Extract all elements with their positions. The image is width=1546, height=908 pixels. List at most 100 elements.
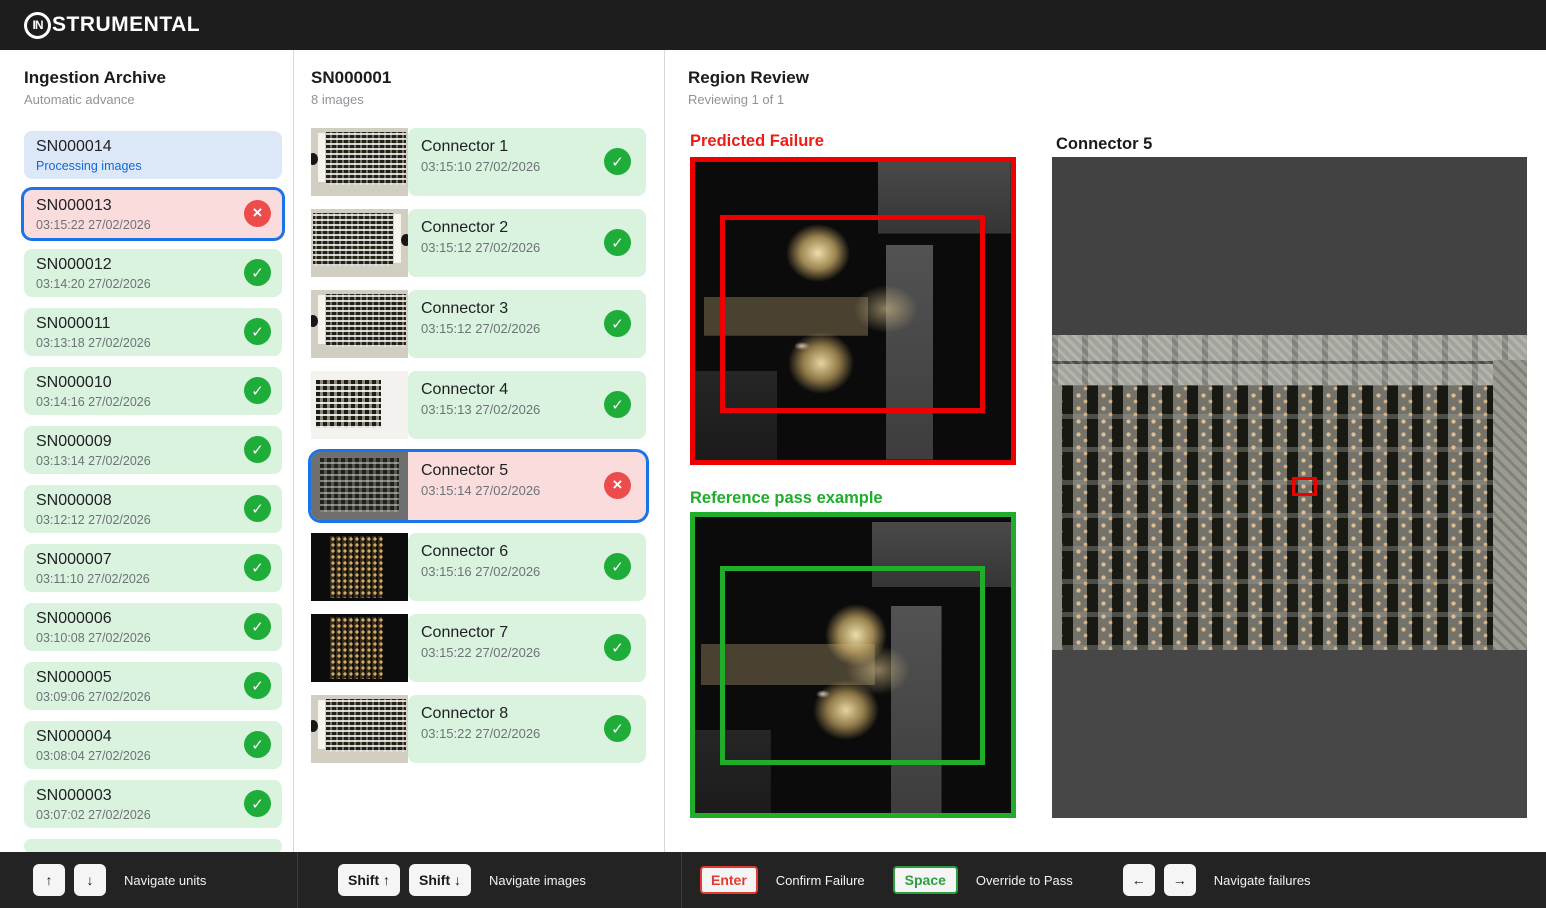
confirm-failure-label: Confirm Failure bbox=[776, 873, 865, 888]
region-review-panel: Region Review Reviewing 1 of 1 Predicted… bbox=[665, 50, 1546, 908]
shift-down-key: Shift ↓ bbox=[409, 864, 471, 896]
image-row-connector-3[interactable]: Connector 3 03:15:12 27/02/2026 bbox=[311, 290, 646, 358]
unit-item-partial[interactable] bbox=[24, 839, 282, 853]
pass-icon bbox=[244, 613, 271, 640]
enter-key: Enter bbox=[700, 866, 758, 894]
pass-icon bbox=[244, 790, 271, 817]
pass-icon bbox=[244, 436, 271, 463]
unit-timestamp: 03:13:14 27/02/2026 bbox=[36, 454, 270, 468]
shift-up-key: Shift ↑ bbox=[338, 864, 400, 896]
space-key: Space bbox=[893, 866, 958, 894]
image-row-connector-2[interactable]: Connector 2 03:15:12 27/02/2026 bbox=[311, 209, 646, 277]
unit-id: SN000008 bbox=[36, 492, 270, 510]
unit-list: SN000014 Processing images SN000013 03:1… bbox=[24, 131, 282, 864]
unit-timestamp: 03:11:10 27/02/2026 bbox=[36, 572, 270, 586]
fail-icon bbox=[604, 472, 631, 499]
pass-icon bbox=[244, 259, 271, 286]
unit-item-sn000007[interactable]: SN000007 03:11:10 27/02/2026 bbox=[24, 544, 282, 592]
predicted-failure-label: Predicted Failure bbox=[690, 132, 824, 151]
pass-icon bbox=[604, 715, 631, 742]
unit-item-sn000010[interactable]: SN000010 03:14:16 27/02/2026 bbox=[24, 367, 282, 415]
image-row-connector-6[interactable]: Connector 6 03:15:16 27/02/2026 bbox=[311, 533, 646, 601]
shortcut-section-review: Enter Confirm Failure Space Override to … bbox=[682, 852, 1546, 908]
unit-item-sn000009[interactable]: SN000009 03:13:14 27/02/2026 bbox=[24, 426, 282, 474]
image-row-connector-4[interactable]: Connector 4 03:15:13 27/02/2026 bbox=[311, 371, 646, 439]
unit-timestamp: 03:07:02 27/02/2026 bbox=[36, 808, 270, 822]
region-review-title: Region Review bbox=[688, 68, 1546, 88]
ingestion-archive-panel: Ingestion Archive Automatic advance SN00… bbox=[0, 50, 294, 908]
arrow-up-key: ↑ bbox=[33, 864, 65, 896]
detail-image-title: Connector 5 bbox=[1056, 135, 1152, 154]
unit-item-sn000011[interactable]: SN000011 03:13:18 27/02/2026 bbox=[24, 308, 282, 356]
fail-icon bbox=[244, 200, 271, 227]
pass-icon bbox=[604, 229, 631, 256]
shortcut-section-images: Shift ↑ Shift ↓ Navigate images bbox=[298, 852, 682, 908]
image-row-connector-8[interactable]: Connector 8 03:15:22 27/02/2026 bbox=[311, 695, 646, 763]
detail-failure-region-box bbox=[1292, 477, 1317, 496]
arrow-right-key: → bbox=[1164, 864, 1196, 896]
archive-subtitle: Automatic advance bbox=[24, 92, 293, 107]
navigate-failures-label: Navigate failures bbox=[1214, 873, 1311, 888]
unit-id: SN000009 bbox=[36, 433, 270, 451]
top-bar: IN STRUMENTAL bbox=[0, 0, 1546, 50]
unit-id: SN000004 bbox=[36, 728, 270, 746]
pass-icon bbox=[604, 148, 631, 175]
detail-image-pin-grid bbox=[1052, 385, 1527, 650]
pass-icon bbox=[244, 377, 271, 404]
pass-icon bbox=[604, 391, 631, 418]
review-progress: Reviewing 1 of 1 bbox=[688, 92, 1546, 107]
unit-title: SN000001 bbox=[311, 68, 664, 88]
unit-timestamp: 03:09:06 27/02/2026 bbox=[36, 690, 270, 704]
failure-annotation-box bbox=[720, 215, 985, 413]
unit-item-sn000004[interactable]: SN000004 03:08:04 27/02/2026 bbox=[24, 721, 282, 769]
unit-item-sn000013[interactable]: SN000013 03:15:22 27/02/2026 bbox=[24, 190, 282, 238]
logo-text: STRUMENTAL bbox=[52, 13, 200, 37]
unit-status-text: Processing images bbox=[36, 159, 270, 173]
pass-icon bbox=[244, 672, 271, 699]
unit-timestamp: 03:13:18 27/02/2026 bbox=[36, 336, 270, 350]
unit-id: SN000003 bbox=[36, 787, 270, 805]
connector-thumbnail bbox=[311, 452, 408, 520]
image-row-connector-5[interactable]: Connector 5 03:15:14 27/02/2026 bbox=[311, 452, 646, 520]
unit-timestamp: 03:15:22 27/02/2026 bbox=[36, 218, 270, 232]
image-row-connector-1[interactable]: Connector 1 03:15:10 27/02/2026 bbox=[311, 128, 646, 196]
connector-thumbnail bbox=[311, 371, 408, 439]
unit-item-sn000005[interactable]: SN000005 03:09:06 27/02/2026 bbox=[24, 662, 282, 710]
pass-icon bbox=[604, 553, 631, 580]
pass-icon bbox=[244, 554, 271, 581]
connector-thumbnail bbox=[311, 533, 408, 601]
instrumental-logo: IN STRUMENTAL bbox=[24, 12, 200, 39]
image-row-connector-7[interactable]: Connector 7 03:15:22 27/02/2026 bbox=[311, 614, 646, 682]
pass-icon bbox=[244, 318, 271, 345]
reference-pass-image bbox=[690, 512, 1016, 818]
unit-timestamp: 03:12:12 27/02/2026 bbox=[36, 513, 270, 527]
predicted-failure-image bbox=[690, 157, 1016, 465]
unit-images-panel: SN000001 8 images Connector 1 03:15:10 2… bbox=[294, 50, 665, 908]
unit-item-sn000006[interactable]: SN000006 03:10:08 27/02/2026 bbox=[24, 603, 282, 651]
unit-timestamp: 03:14:16 27/02/2026 bbox=[36, 395, 270, 409]
detail-image-background-bottom bbox=[1052, 650, 1527, 818]
unit-item-sn000008[interactable]: SN000008 03:12:12 27/02/2026 bbox=[24, 485, 282, 533]
unit-timestamp: 03:08:04 27/02/2026 bbox=[36, 749, 270, 763]
connector-thumbnail bbox=[311, 128, 408, 196]
arrow-down-key: ↓ bbox=[74, 864, 106, 896]
unit-id: SN000011 bbox=[36, 315, 270, 333]
unit-id: SN000014 bbox=[36, 138, 270, 156]
unit-id: SN000007 bbox=[36, 551, 270, 569]
unit-item-sn000003[interactable]: SN000003 03:07:02 27/02/2026 bbox=[24, 780, 282, 828]
override-to-pass-label: Override to Pass bbox=[976, 873, 1073, 888]
connector-detail-image bbox=[1052, 157, 1527, 818]
unit-image-count: 8 images bbox=[311, 92, 664, 107]
connector-thumbnail bbox=[311, 209, 408, 277]
connector-thumbnail bbox=[311, 614, 408, 682]
unit-item-sn000012[interactable]: SN000012 03:14:20 27/02/2026 bbox=[24, 249, 282, 297]
logo-circle-icon: IN bbox=[24, 12, 51, 39]
pass-icon bbox=[244, 495, 271, 522]
connector-thumbnail bbox=[311, 290, 408, 358]
reference-pass-label: Reference pass example bbox=[690, 489, 883, 508]
unit-item-sn000014[interactable]: SN000014 Processing images bbox=[24, 131, 282, 179]
unit-id: SN000012 bbox=[36, 256, 270, 274]
navigate-images-label: Navigate images bbox=[489, 873, 586, 888]
detail-image-background bbox=[1052, 157, 1527, 335]
unit-id: SN000006 bbox=[36, 610, 270, 628]
